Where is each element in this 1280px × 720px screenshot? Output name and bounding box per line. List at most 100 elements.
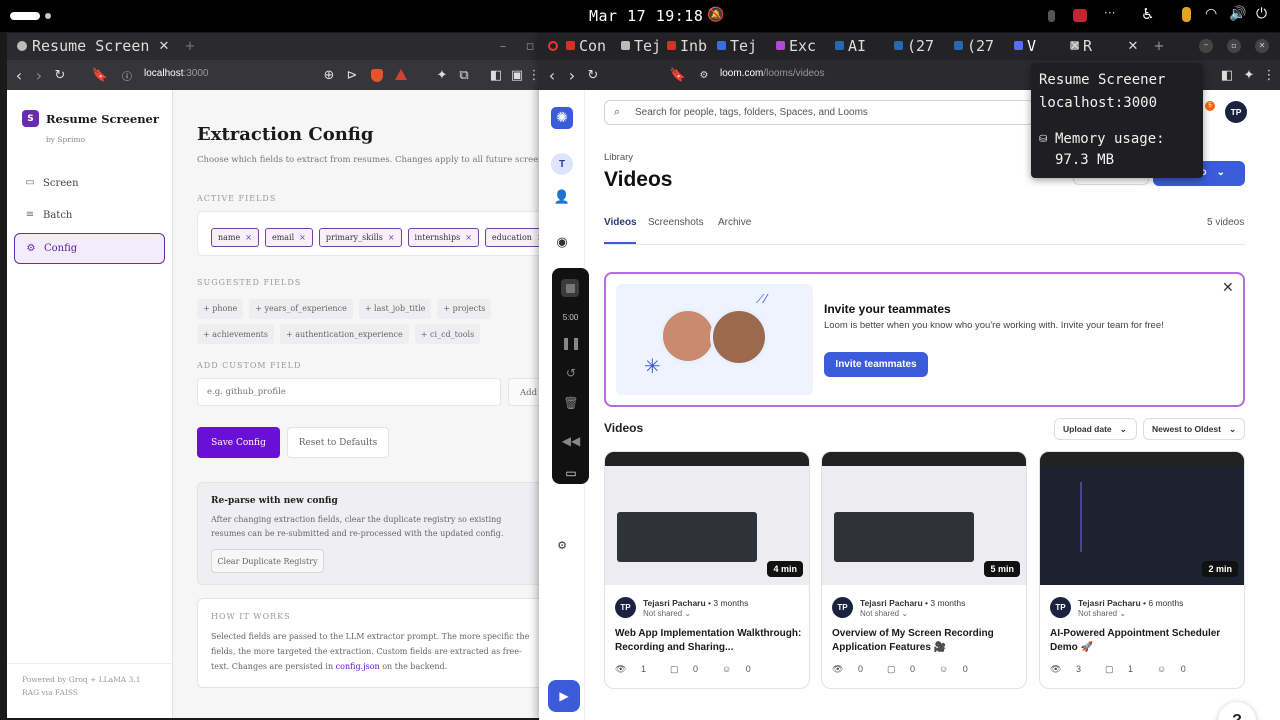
power-icon[interactable]: ⏻: [1256, 6, 1267, 22]
dnd-bell-off-icon[interactable]: 🔕: [707, 7, 724, 23]
tab-screenshots[interactable]: Screenshots: [648, 217, 704, 228]
browser-tab[interactable]: Inb: [680, 37, 716, 57]
stop-recording-icon[interactable]: [561, 279, 579, 297]
browser-tab[interactable]: Tej: [730, 37, 766, 57]
extensions-icon[interactable]: ✦: [1242, 67, 1256, 83]
reset-defaults-button[interactable]: Reset to Defaults: [287, 427, 389, 458]
microphone-icon[interactable]: [1182, 7, 1191, 22]
reload-icon[interactable]: ↻: [52, 67, 68, 83]
maximize-icon[interactable]: ▫: [1227, 39, 1241, 53]
browser-tab[interactable]: Exc: [789, 37, 825, 57]
breadcrumb[interactable]: Library: [604, 152, 633, 163]
address-field[interactable]: loom.com/looms/videos: [720, 68, 825, 79]
back-icon[interactable]: ‹: [545, 66, 559, 85]
close-window-icon[interactable]: ✕: [1255, 39, 1269, 53]
workspace-dot[interactable]: [45, 13, 51, 19]
site-settings-icon[interactable]: ⚙: [697, 67, 711, 83]
address-field[interactable]: localhost:3000: [144, 68, 209, 79]
camera-icon[interactable]: ▭: [560, 463, 582, 483]
tab-close-icon[interactable]: ✕: [157, 38, 171, 54]
video-thumbnail[interactable]: 5 min: [822, 452, 1026, 585]
notification-badge[interactable]: 5: [1205, 101, 1215, 111]
more-indicators-icon[interactable]: ···: [1104, 6, 1115, 20]
delete-icon[interactable]: 🗑: [560, 393, 582, 413]
tab-videos[interactable]: Videos: [604, 217, 637, 228]
invite-teammates-button[interactable]: Invite teammates: [824, 352, 928, 377]
suggested-field-chip[interactable]: + years_of_experience: [249, 298, 353, 319]
tab-resume-screener[interactable]: Resume Screen: [32, 37, 157, 57]
new-tab-icon[interactable]: +: [1151, 38, 1167, 54]
extensions-icon[interactable]: ✦: [435, 67, 449, 83]
author-avatar[interactable]: TP: [832, 597, 853, 618]
browser-tab[interactable]: Tej: [634, 37, 670, 57]
remove-chip-icon[interactable]: ×: [299, 233, 306, 242]
video-title[interactable]: Web App Implementation Walkthrough: Reco…: [615, 627, 803, 655]
video-card[interactable]: 5 min TP Tejasri Pacharu • 3 months Not sha…: [821, 451, 1027, 689]
back-icon[interactable]: ‹: [12, 66, 26, 85]
wallet-icon[interactable]: ▣: [510, 67, 524, 83]
site-info-icon[interactable]: ⓘ: [121, 68, 133, 83]
save-config-button[interactable]: Save Config: [197, 427, 280, 458]
tab-close-icon[interactable]: ✕: [1069, 38, 1081, 54]
share-status[interactable]: Not shared ⌄: [1078, 609, 1126, 618]
add-member-icon[interactable]: 👤: [551, 186, 573, 208]
suggested-field-chip[interactable]: + authentication_experience: [280, 324, 409, 344]
author-avatar[interactable]: TP: [1050, 597, 1071, 618]
reload-icon[interactable]: ↻: [585, 67, 601, 83]
loom-logo-icon[interactable]: ✺: [551, 107, 573, 129]
video-card[interactable]: 4 min TP Tejasri Pacharu • 3 months Not sha…: [604, 451, 810, 689]
volume-icon[interactable]: 🔊: [1229, 6, 1246, 22]
wifi-icon[interactable]: ◠: [1205, 6, 1217, 22]
suggested-field-chip[interactable]: + projects: [437, 298, 492, 319]
close-banner-icon[interactable]: ✕: [1222, 280, 1234, 296]
brave-shield-icon[interactable]: [371, 69, 383, 82]
video-title[interactable]: AI-Powered Appointment Scheduler Demo 🚀: [1050, 627, 1238, 655]
remove-chip-icon[interactable]: ×: [465, 233, 472, 242]
share-status[interactable]: Not shared ⌄: [643, 609, 691, 618]
browser-tab[interactable]: AI: [848, 37, 884, 57]
add-field-button[interactable]: Add: [508, 378, 540, 406]
system-clock[interactable]: Mar 17 19:18: [589, 7, 703, 25]
sort-upload-date-dropdown[interactable]: Upload date ⌄: [1054, 418, 1137, 440]
help-button[interactable]: ?: [1218, 702, 1256, 720]
video-thumbnail[interactable]: 2 min: [1040, 452, 1244, 585]
forward-icon[interactable]: ›: [565, 66, 579, 85]
browser-tab[interactable]: R: [1083, 37, 1119, 57]
profile-icon[interactable]: ◉: [551, 231, 573, 253]
record-button[interactable]: ▶: [548, 680, 580, 712]
activities-indicator[interactable]: [10, 12, 40, 20]
custom-field-input[interactable]: [197, 378, 501, 406]
suggested-field-chip[interactable]: + ci_cd_tools: [414, 324, 481, 344]
minimize-icon[interactable]: –: [495, 38, 511, 54]
bookmark-icon[interactable]: 🔖: [92, 67, 108, 83]
remove-chip-icon[interactable]: ×: [388, 233, 395, 242]
send-icon[interactable]: ⊳: [345, 67, 359, 83]
video-card[interactable]: 2 min TP Tejasri Pacharu • 6 months Not sha…: [1039, 451, 1245, 689]
minimize-icon[interactable]: –: [1199, 39, 1213, 53]
author-avatar[interactable]: TP: [615, 597, 636, 618]
browser-tab[interactable]: (27: [967, 37, 1003, 57]
sidebar-item-screen[interactable]: ▭ Screen: [14, 168, 165, 199]
brave-rewards-icon[interactable]: [395, 69, 407, 80]
sort-order-dropdown[interactable]: Newest to Oldest ⌄: [1143, 418, 1245, 440]
user-avatar[interactable]: TP: [1225, 101, 1247, 123]
suggested-field-chip[interactable]: + last_job_title: [358, 298, 432, 319]
accessibility-icon[interactable]: ♿: [1141, 5, 1154, 23]
tab-archive[interactable]: Archive: [718, 217, 751, 228]
video-thumbnail[interactable]: 4 min: [605, 452, 809, 585]
suggested-field-chip[interactable]: + phone: [197, 298, 244, 319]
sidebar-item-batch[interactable]: ≡ Batch: [14, 200, 165, 231]
workspace-avatar[interactable]: T: [551, 153, 573, 175]
rewind-icon[interactable]: ◀◀: [560, 431, 582, 451]
forward-icon[interactable]: ›: [32, 66, 46, 85]
clear-registry-button[interactable]: Clear Duplicate Registry: [211, 549, 324, 573]
remove-chip-icon[interactable]: ×: [245, 233, 252, 242]
sidebar-toggle-icon[interactable]: ◧: [489, 67, 503, 83]
suggested-field-chip[interactable]: + achievements: [197, 324, 274, 344]
settings-icon[interactable]: ⚙: [551, 534, 573, 556]
search-bar[interactable]: ⌕ Search for people, tags, folders, Spac…: [604, 100, 1034, 125]
share-status[interactable]: Not shared ⌄: [860, 609, 908, 618]
maximize-icon[interactable]: ▫: [522, 38, 538, 54]
menu-icon[interactable]: ⋮: [1263, 67, 1276, 83]
video-title[interactable]: Overview of My Screen Recording Applicat…: [832, 627, 1020, 655]
